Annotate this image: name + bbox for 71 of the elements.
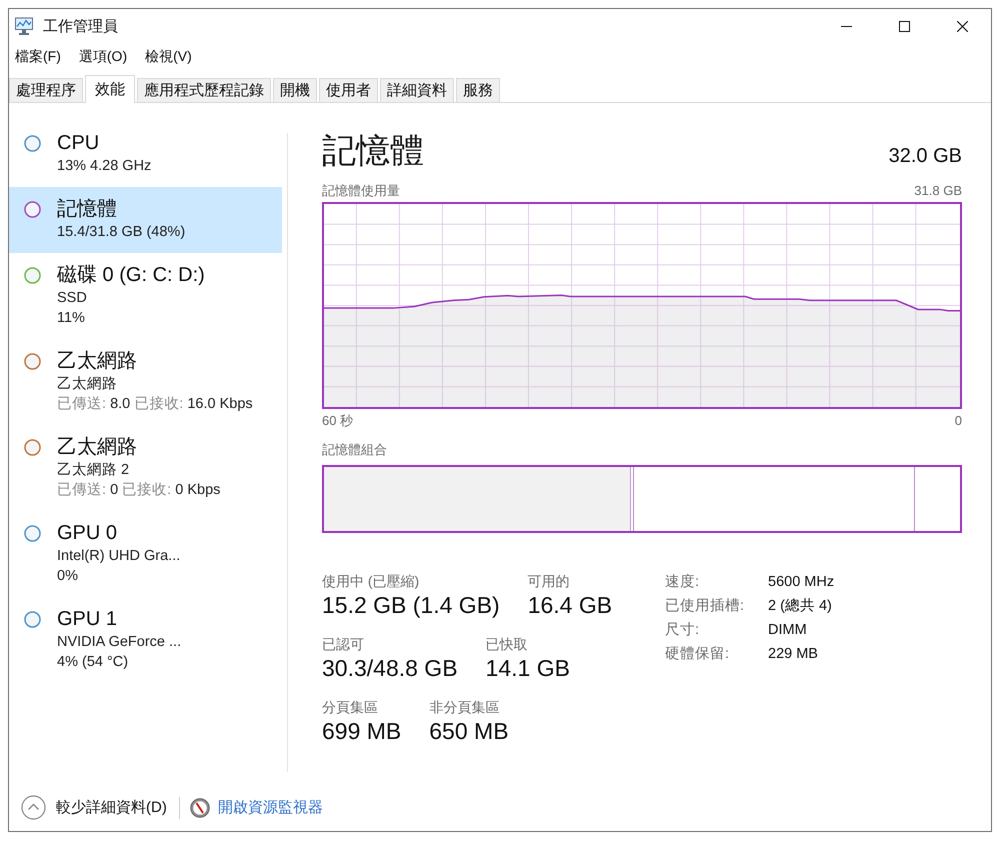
stat-label: 分頁集區 — [322, 698, 379, 716]
device-name: GPU 1 — [57, 607, 118, 632]
chart-title: 記憶體使用量 — [322, 182, 400, 200]
menu-item[interactable]: 檔案(F) — [9, 46, 67, 68]
stat-value: 699 MB — [322, 717, 402, 746]
menu-item[interactable]: 選項(O) — [72, 46, 134, 68]
tab[interactable]: 應用程式歷程記錄 — [137, 78, 271, 102]
stat-value: 16.4 GB — [528, 591, 612, 620]
stat-value: 30.3/48.8 GB — [322, 654, 458, 683]
window-title: 工作管理員 — [43, 16, 118, 36]
chevron-up-icon — [21, 795, 46, 820]
tab[interactable]: 使用者 — [319, 78, 378, 102]
maximize-icon — [898, 20, 910, 32]
resource-monitor-link[interactable]: 開啟資源監視器 — [190, 798, 323, 818]
stat-label: 使用中 (已壓縮) — [322, 572, 420, 590]
device-detail: 乙太網路 — [57, 375, 118, 394]
tab[interactable]: 開機 — [273, 78, 317, 102]
device-name: 乙太網路 — [57, 435, 138, 460]
chart-max-label: 31.8 GB — [914, 182, 962, 200]
property-label: 硬體保留: — [665, 645, 730, 663]
stat-label: 已認可 — [322, 635, 365, 653]
sidebar-item[interactable]: 記憶體 15.4/31.8 GB (48%) — [9, 187, 282, 253]
property-value: 5600 MHz — [768, 573, 834, 591]
stat-label: 已快取 — [486, 635, 529, 653]
tab[interactable]: 服務 — [456, 78, 500, 102]
device-detail: 13% 4.28 GHz — [57, 157, 152, 176]
stat-label: 非分頁集區 — [429, 698, 500, 716]
property-value: 229 MB — [768, 645, 819, 663]
tab[interactable]: 效能 — [85, 75, 135, 103]
sidebar-item[interactable]: GPU 1 NVIDIA GeForce ... 4% (54 °C) — [9, 597, 282, 683]
property-label: 速度: — [665, 573, 700, 591]
device-detail: 4% (54 °C) — [57, 653, 130, 672]
tab[interactable]: 處理程序 — [9, 78, 83, 102]
device-detail: 0% — [57, 567, 79, 586]
property-value: 2 (總共 4) — [768, 597, 833, 615]
sidebar-item[interactable]: GPU 0 Intel(R) UHD Gra... 0% — [9, 511, 282, 597]
sidebar-item[interactable]: 乙太網路 乙太網路 已傳送: 8.0 已接收: 16.0 Kbps — [9, 339, 282, 425]
device-detail: SSD — [57, 289, 88, 308]
device-detail: 已傳送: 0 已接收: 0 Kbps — [57, 481, 220, 500]
monitor-graph-icon — [14, 17, 34, 35]
menu-item[interactable]: 檢視(V) — [139, 46, 198, 68]
axis-start-label: 60 秒 — [322, 412, 354, 430]
property-label: 已使用插槽: — [665, 597, 746, 615]
total-memory: 32.0 GB — [888, 144, 962, 169]
property-value: DIMM — [768, 621, 808, 639]
device-name: CPU — [57, 131, 100, 156]
sidebar-item[interactable]: 乙太網路 乙太網路 2 已傳送: 0 已接收: 0 Kbps — [9, 425, 282, 511]
stat-value: 14.1 GB — [486, 654, 570, 683]
device-detail: 乙太網路 2 — [57, 461, 130, 480]
sidebar-item[interactable]: 磁碟 0 (G: C: D:) SSD 11% — [9, 253, 282, 339]
stat-value: 15.2 GB (1.4 GB) — [322, 591, 500, 620]
sidebar-item[interactable]: CPU 13% 4.28 GHz — [9, 121, 282, 187]
dial-icon — [190, 798, 210, 818]
device-detail: 15.4/31.8 GB (48%) — [57, 223, 186, 242]
panel-title: 記憶體 — [322, 131, 424, 172]
device-detail: 已傳送: 8.0 已接收: 16.0 Kbps — [57, 395, 253, 414]
device-detail: 11% — [57, 309, 86, 328]
device-name: GPU 0 — [57, 521, 118, 546]
tab[interactable]: 詳細資料 — [380, 78, 454, 102]
device-detail: NVIDIA GeForce ... — [57, 633, 182, 652]
stat-value: 650 MB — [429, 717, 509, 746]
device-name: 乙太網路 — [57, 349, 138, 374]
property-label: 尺寸: — [665, 621, 700, 639]
device-name: 記憶體 — [57, 197, 118, 222]
device-name: 磁碟 0 (G: C: D:) — [57, 263, 205, 288]
fewer-details-button[interactable]: 較少詳細資料(D) — [21, 795, 167, 820]
device-detail: Intel(R) UHD Gra... — [57, 547, 180, 566]
composition-title: 記憶體組合 — [322, 441, 388, 459]
axis-end-label: 0 — [954, 412, 962, 430]
close-icon — [956, 20, 968, 32]
stat-label: 可用的 — [528, 572, 571, 590]
